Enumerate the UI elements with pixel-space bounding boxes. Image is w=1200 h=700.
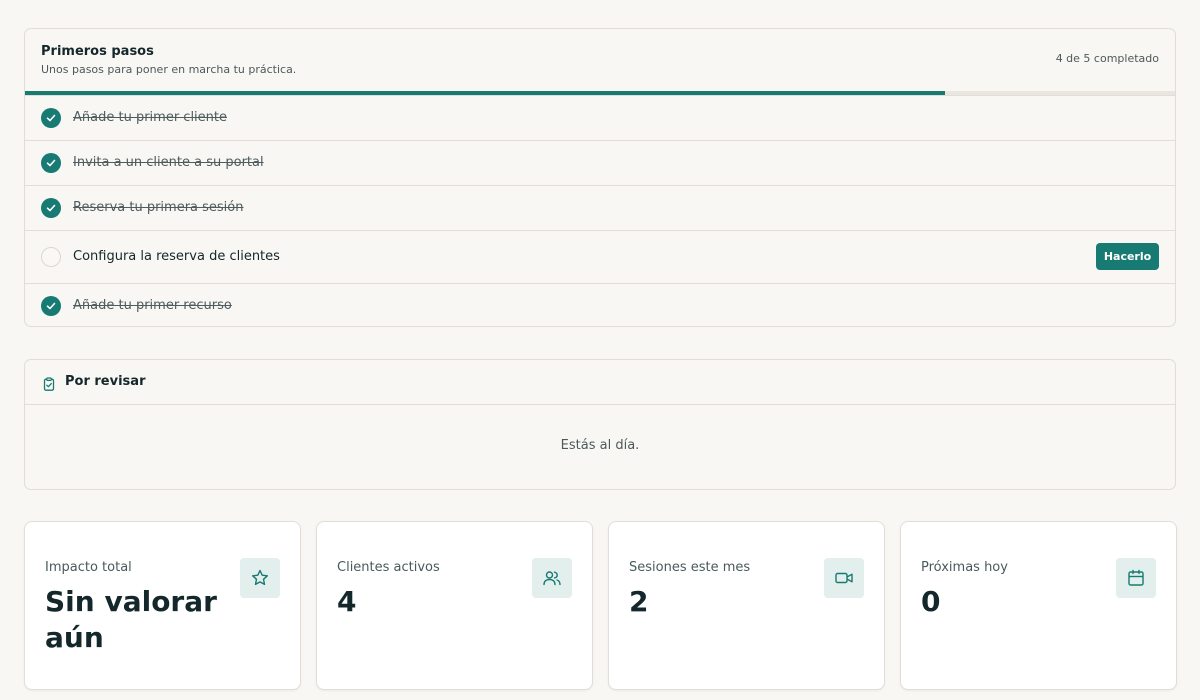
check-circle-icon bbox=[41, 198, 61, 218]
to-review-header: Por revisar bbox=[25, 360, 1175, 405]
video-icon bbox=[824, 558, 864, 598]
step-label: Añade tu primer recurso bbox=[73, 298, 232, 313]
getting-started-card: Primeros pasos Unos pasos para poner en … bbox=[24, 28, 1176, 327]
step-label: Configura la reserva de clientes bbox=[73, 249, 280, 264]
stat-card-sessions-month: Sesiones este mes 2 bbox=[608, 521, 885, 690]
check-circle-icon bbox=[41, 296, 61, 316]
empty-state-text: Estás al día. bbox=[560, 438, 640, 453]
step-row-add-resource[interactable]: Añade tu primer recurso bbox=[25, 283, 1175, 326]
clipboard-check-icon bbox=[42, 376, 56, 391]
star-icon bbox=[240, 558, 280, 598]
to-review-title: Por revisar bbox=[65, 374, 146, 389]
stat-label: Clientes activos bbox=[337, 560, 440, 575]
stat-value: Sin valorar aún bbox=[45, 585, 217, 654]
step-row-add-client[interactable]: Añade tu primer cliente bbox=[25, 95, 1175, 140]
empty-circle-icon bbox=[41, 247, 61, 267]
to-review-card: Por revisar Estás al día. bbox=[24, 359, 1176, 490]
stat-card-active-clients: Clientes activos 4 bbox=[316, 521, 593, 690]
stat-card-total-impact: Impacto total Sin valorar aún bbox=[24, 521, 301, 690]
stat-value: 0 bbox=[921, 585, 941, 618]
stat-label: Impacto total bbox=[45, 560, 132, 575]
do-it-button[interactable]: Hacerlo bbox=[1096, 243, 1159, 270]
stat-card-upcoming-today: Próximas hoy 0 bbox=[900, 521, 1177, 690]
users-icon bbox=[532, 558, 572, 598]
step-row-invite-client[interactable]: Invita a un cliente a su portal bbox=[25, 140, 1175, 185]
stat-label: Sesiones este mes bbox=[629, 560, 751, 575]
getting-started-title: Primeros pasos bbox=[41, 44, 154, 59]
stat-label: Próximas hoy bbox=[921, 560, 1008, 575]
check-circle-icon bbox=[41, 153, 61, 173]
getting-started-subtitle: Unos pasos para poner en marcha tu práct… bbox=[41, 63, 297, 76]
getting-started-header: Primeros pasos Unos pasos para poner en … bbox=[25, 29, 1175, 91]
progress-count: 4 de 5 completado bbox=[1055, 52, 1159, 65]
step-label: Añade tu primer cliente bbox=[73, 110, 228, 125]
stat-value: 2 bbox=[629, 585, 649, 618]
step-row-book-session[interactable]: Reserva tu primera sesión bbox=[25, 185, 1175, 230]
step-row-client-booking[interactable]: Configura la reserva de clientes Hacerlo bbox=[25, 230, 1175, 283]
step-label: Invita a un cliente a su portal bbox=[73, 155, 264, 170]
calendar-icon bbox=[1116, 558, 1156, 598]
step-label: Reserva tu primera sesión bbox=[73, 200, 244, 215]
check-circle-icon bbox=[41, 108, 61, 128]
stat-value: 4 bbox=[337, 585, 357, 618]
